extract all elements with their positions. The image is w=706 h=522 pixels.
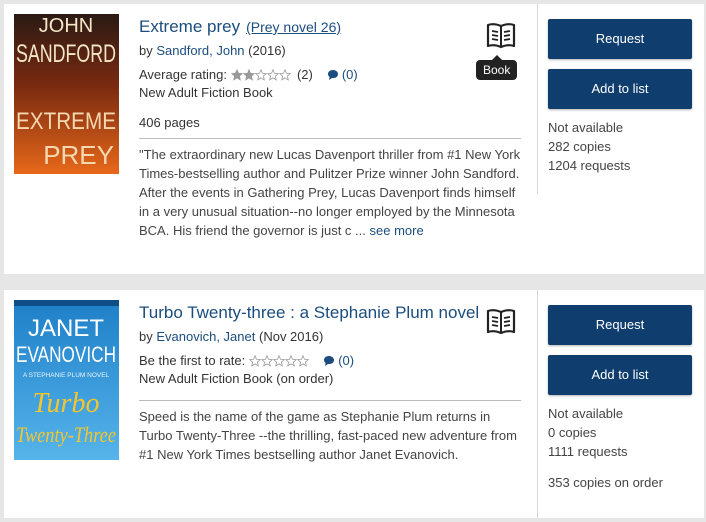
star-empty-icon[interactable] [297, 355, 310, 367]
book-icon[interactable] [486, 306, 516, 336]
availability-info: Not available 0 copies 1111 requests 353… [548, 404, 693, 492]
byline: by Evanovich, Janet (Nov 2016) [139, 328, 521, 346]
title-link[interactable]: Extreme prey [139, 16, 240, 37]
rating-count: (2) [296, 67, 313, 82]
cover-tagline: A STEPHANIE PLUM NOVEL [23, 372, 110, 379]
cover-title-line2: Twenty-Three [16, 422, 116, 447]
format-label: New Adult Fiction Book [139, 85, 273, 100]
description: Speed is the name of the game as Stephan… [139, 407, 521, 464]
by-prefix: by [139, 329, 153, 344]
divider [139, 400, 521, 401]
star-rating[interactable] [249, 355, 310, 367]
add-to-list-button[interactable]: Add to list [548, 355, 692, 395]
rating-label: Average rating: [139, 67, 227, 82]
copies-count: 0 copies [548, 425, 597, 440]
book-cover[interactable]: JANET EVANOVICH A STEPHANIE PLUM NOVEL T… [14, 300, 119, 460]
star-empty-icon[interactable] [278, 69, 291, 81]
see-more-link[interactable]: see more [370, 223, 424, 238]
star-rating[interactable] [230, 69, 291, 81]
author-link[interactable]: Sandford, John [156, 43, 244, 58]
copies-count: 282 copies [548, 139, 611, 154]
format-label: New Adult Fiction Book (on order) [139, 371, 334, 386]
star-empty-icon[interactable] [285, 355, 298, 367]
author-link[interactable]: Evanovich, Janet [156, 329, 255, 344]
star-empty-icon[interactable] [273, 355, 286, 367]
page-count: 406 pages [139, 115, 200, 130]
by-prefix: by [139, 43, 153, 58]
result-info: Turbo Twenty-three : a Stephanie Plum no… [139, 302, 521, 464]
result-card: JOHN SANDFORD EXTREME PREY Extreme prey … [4, 4, 704, 274]
format-tooltip: Book [476, 55, 518, 80]
request-button[interactable]: Request [548, 305, 692, 345]
divider [139, 138, 521, 139]
title-link[interactable]: Turbo Twenty-three : a Stephanie Plum no… [139, 302, 479, 323]
book-cover[interactable]: JOHN SANDFORD EXTREME PREY [14, 14, 119, 174]
publication-date: (Nov 2016) [259, 329, 324, 344]
requests-count: 1111 requests [548, 444, 628, 459]
rating-row: Be the first to rate: (0) [139, 352, 521, 370]
cover-author-line2: EVANOVICH [16, 342, 116, 367]
requests-count: 1204 requests [548, 158, 631, 173]
request-button[interactable]: Request [548, 19, 692, 59]
comment-count: (0) [341, 67, 358, 82]
publication-date: (2016) [248, 43, 286, 58]
star-empty-icon[interactable] [261, 355, 274, 367]
star-empty-icon[interactable] [249, 355, 262, 367]
cover-author-line1: JANET [28, 315, 104, 342]
cover-title-line2: PREY [43, 140, 114, 170]
on-order-count: 353 copies on order [548, 475, 663, 490]
star-filled-icon[interactable] [242, 69, 255, 81]
comment-count: (0) [338, 353, 355, 368]
cover-title-line1: EXTREME [16, 108, 116, 135]
star-filled-icon[interactable] [230, 69, 243, 81]
comments-link[interactable]: (0) [327, 66, 358, 84]
comments-link[interactable]: (0) [323, 352, 354, 370]
action-panel: Request Add to list Not available 0 copi… [548, 305, 693, 492]
add-to-list-button[interactable]: Add to list [548, 69, 692, 109]
rating-label: Be the first to rate: [139, 353, 246, 368]
series-link[interactable]: (Prey novel 26) [246, 19, 341, 35]
rating-row: Average rating: (2) (0) [139, 66, 521, 84]
star-empty-icon[interactable] [254, 69, 267, 81]
availability-status: Not available [548, 120, 624, 135]
description-text: Speed is the name of the game as Stephan… [139, 409, 517, 462]
cover-author-line1: JOHN [39, 15, 93, 37]
description-text: "The extraordinary new Lucas Davenport t… [139, 147, 521, 238]
column-divider [537, 290, 538, 518]
byline: by Sandford, John (2016) [139, 42, 521, 60]
cover-author-line2: SANDFORD [16, 40, 116, 68]
availability-info: Not available 282 copies 1204 requests [548, 118, 693, 175]
star-empty-icon[interactable] [266, 69, 279, 81]
comment-icon [324, 356, 335, 366]
column-divider [537, 4, 538, 194]
description: "The extraordinary new Lucas Davenport t… [139, 145, 521, 240]
cover-title-line1: Turbo [33, 388, 100, 419]
result-info: Extreme prey (Prey novel 26) by Sandford… [139, 16, 521, 240]
result-card: JANET EVANOVICH A STEPHANIE PLUM NOVEL T… [4, 290, 704, 518]
comment-icon [327, 70, 338, 80]
action-panel: Request Add to list Not available 282 co… [548, 19, 693, 175]
availability-status: Not available [548, 406, 624, 421]
book-icon[interactable] [486, 20, 516, 50]
